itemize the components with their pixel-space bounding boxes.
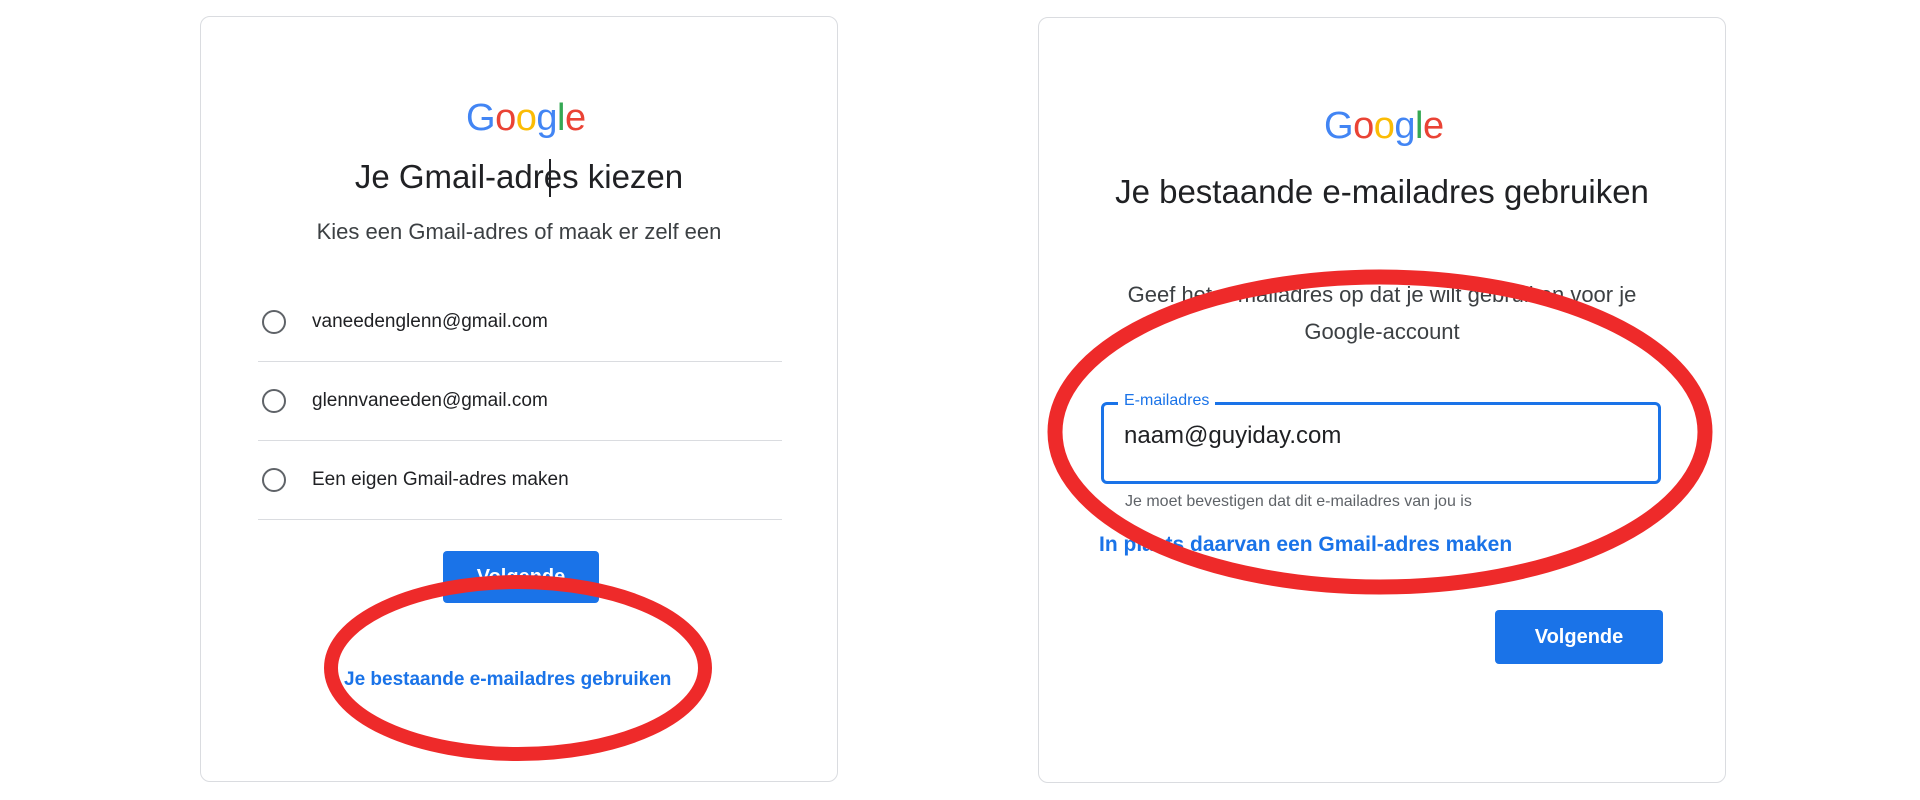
address-option[interactable]: vaneedenglenn@gmail.com xyxy=(258,283,782,362)
option-label: glennvaneeden@gmail.com xyxy=(312,390,548,411)
logo-letter: e xyxy=(564,97,586,139)
text-cursor xyxy=(549,159,551,197)
page-subtitle: Kies een Gmail-adres of maak er zelf een xyxy=(316,219,722,244)
screenshot-stage: Google Je Gmail-adres kiezen Kies een Gm… xyxy=(0,0,1920,800)
next-button[interactable]: Volgende xyxy=(1495,610,1663,664)
address-option[interactable]: Een eigen Gmail-adres maken xyxy=(258,441,782,520)
email-field[interactable]: E-mailadres xyxy=(1101,392,1661,484)
option-label: Een eigen Gmail-adres maken xyxy=(312,469,569,490)
logo-letter: o xyxy=(1373,105,1395,147)
page-title: Je bestaande e-mailadres gebruiken xyxy=(1115,173,1649,210)
logo-letter: g xyxy=(1394,105,1415,147)
google-logo: Google xyxy=(466,99,586,137)
email-helper-text: Je moet bevestigen dat dit e-mailadres v… xyxy=(1125,493,1472,510)
logo-letter: e xyxy=(1422,105,1444,147)
next-button[interactable]: Volgende xyxy=(443,551,599,603)
logo-letter: G xyxy=(1324,105,1354,147)
radio-button[interactable] xyxy=(262,310,286,334)
logo-letter: o xyxy=(1353,105,1374,147)
logo-letter: g xyxy=(536,97,557,139)
choose-gmail-card: Google Je Gmail-adres kiezen Kies een Gm… xyxy=(200,16,838,782)
email-input[interactable] xyxy=(1124,422,1634,450)
gmail-address-options: vaneedenglenn@gmail.com glennvaneeden@gm… xyxy=(258,283,782,520)
email-field-label: E-mailadres xyxy=(1118,392,1216,410)
logo-letter: o xyxy=(495,97,516,139)
logo-letter: l xyxy=(1414,105,1423,147)
existing-email-card: Google Je bestaande e-mailadres gebruike… xyxy=(1038,17,1726,783)
logo-letter: o xyxy=(515,97,537,139)
logo-letter: G xyxy=(466,97,496,139)
google-logo: Google xyxy=(1324,107,1444,145)
option-label: vaneedenglenn@gmail.com xyxy=(312,311,548,332)
page-subtitle: Geef het e-mailadres op dat je wilt gebr… xyxy=(1127,282,1637,345)
use-existing-email-link[interactable]: Je bestaande e-mailadres gebruiken xyxy=(344,669,671,691)
logo-letter: l xyxy=(556,97,565,139)
address-option[interactable]: glennvaneeden@gmail.com xyxy=(258,362,782,441)
radio-button[interactable] xyxy=(262,389,286,413)
radio-button[interactable] xyxy=(262,468,286,492)
page-title: Je Gmail-adres kiezen xyxy=(354,158,684,195)
create-gmail-instead-link[interactable]: In plaats daarvan een Gmail-adres maken xyxy=(1099,533,1512,557)
